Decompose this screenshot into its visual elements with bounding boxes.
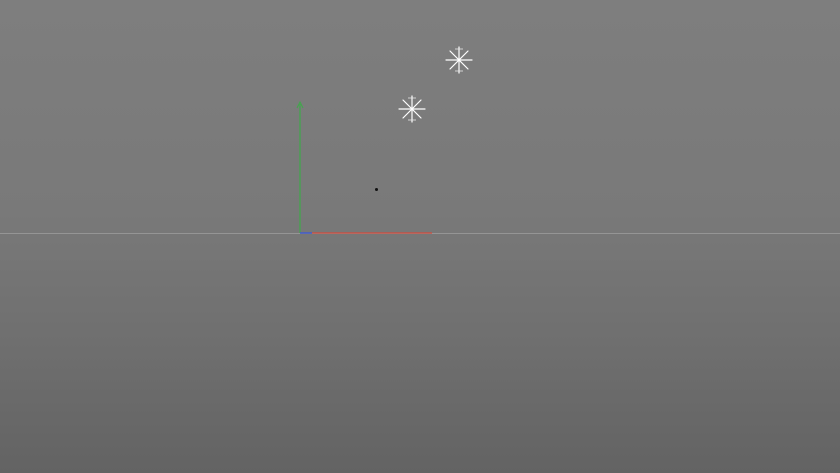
y-axis-arrowhead [296,100,304,109]
3d-viewport[interactable] [0,0,840,473]
grid-horizon-line [0,233,840,234]
point-light-icon[interactable] [397,94,427,124]
point-light-icon[interactable] [444,45,474,75]
object-point-icon[interactable] [375,188,378,191]
world-origin-gizmo [296,100,432,234]
